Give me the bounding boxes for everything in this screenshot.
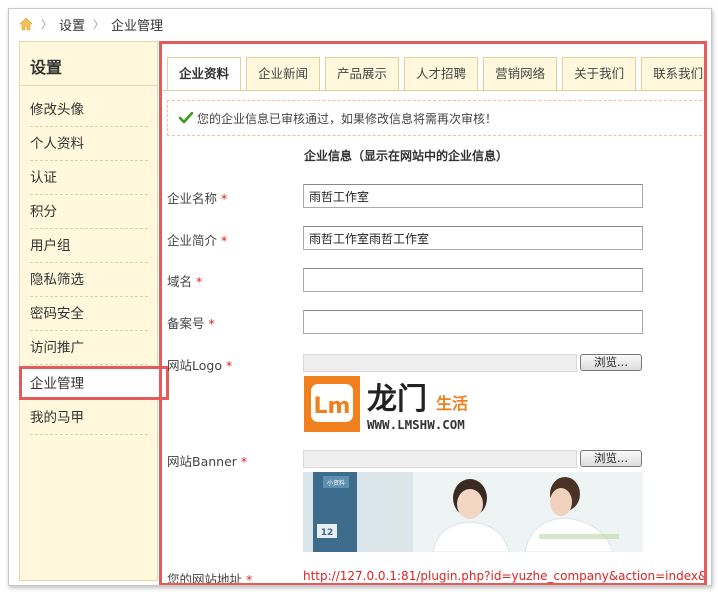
required-mark: * [225,358,233,373]
chevron-right-icon: 〉 [93,18,105,31]
sidebar-item-vest[interactable]: 我的马甲 [30,401,148,435]
sidebar-item-privacy[interactable]: 隐私筛选 [30,263,148,297]
icp-input[interactable] [303,310,643,334]
tab-company-info[interactable]: 企业资料 [167,57,242,91]
company-panel: 企业资料 企业新闻 产品展示 人才招聘 营销网络 关于我们 联系我们 您的企业信… [159,41,707,586]
banner-browse-button[interactable]: 浏览... [580,450,642,467]
logo-image: Lm 龙门 生活 WWW.LMSHW.COM [304,376,468,432]
logo-suffix: 生活 [436,394,468,413]
required-mark: * [246,572,253,586]
banner-sign-text: 小资料 [327,479,345,487]
required-mark: * [221,191,228,206]
company-name-input[interactable] [303,184,643,208]
site-url-link[interactable]: http://127.0.0.1:81/plugin.php?id=yuzhe_… [303,569,704,583]
logo-label: 网站Logo * [167,358,233,373]
tab-bar: 企业资料 企业新闻 产品展示 人才招聘 营销网络 关于我们 联系我们 [167,57,704,91]
required-mark: * [208,316,215,331]
sidebar-item-verify[interactable]: 认证 [30,161,148,195]
approval-notice: 您的企业信息已审核通过，如果修改信息将需再次审核！ [167,100,704,136]
doctor-face [550,488,572,516]
app-window: 〉 设置 〉 企业管理 设置 修改头像 个人资料 认证 积分 用户组 隐私筛选 … [8,8,712,586]
breadcrumb: 〉 设置 〉 企业管理 [9,9,711,39]
icp-label: 备案号 * [167,316,215,331]
tab-products[interactable]: 产品展示 [325,57,400,90]
tab-company-news[interactable]: 企业新闻 [246,57,321,90]
breadcrumb-item-settings[interactable]: 设置 [59,15,85,34]
logo-mark-text: Lm [314,394,351,419]
logo-browse-button[interactable]: 浏览... [580,354,642,371]
required-mark: * [221,233,228,248]
banner-file-input[interactable] [303,450,577,468]
domain-input[interactable] [303,268,643,292]
tab-marketing[interactable]: 营销网络 [483,57,558,90]
required-mark: * [240,454,248,469]
sidebar: 设置 修改头像 个人资料 认证 积分 用户组 隐私筛选 密码安全 访问推广 企业… [19,41,169,581]
sidebar-item-company[interactable]: 企业管理 [19,366,169,400]
logo-url: WWW.LMSHW.COM [367,417,465,432]
sidebar-item-avatar[interactable]: 修改头像 [30,93,148,127]
domain-label: 域名 * [167,274,203,289]
sidebar-item-password[interactable]: 密码安全 [30,297,148,331]
chevron-right-icon: 〉 [41,18,52,31]
company-intro-label: 企业简介 * [167,233,228,248]
sidebar-item-profile[interactable]: 个人资料 [30,127,148,161]
banner-label: 网站Banner * [167,454,248,469]
home-icon[interactable] [19,17,33,31]
nurse-face [457,489,483,519]
tab-about[interactable]: 关于我们 [562,57,637,90]
sidebar-item-credits[interactable]: 积分 [30,195,148,229]
sidebar-title: 设置 [20,42,157,86]
company-intro-input[interactable] [303,226,643,250]
site-url-label: 您的网站地址 * [167,572,253,586]
banner-preview: 小资料 12 [303,472,643,552]
section-title: 企业信息（显示在网站中的企业信息） [304,149,509,163]
sidebar-item-promotion[interactable]: 访问推广 [30,331,148,365]
banner-caption [539,534,619,539]
tab-divider [162,90,704,91]
tab-contact[interactable]: 联系我们 [641,57,704,90]
required-mark: * [196,274,203,289]
sidebar-item-usergroup[interactable]: 用户组 [30,229,148,263]
check-icon [179,112,193,124]
breadcrumb-item-company[interactable]: 企业管理 [111,15,163,34]
tab-recruitment[interactable]: 人才招聘 [404,57,479,90]
notice-text: 您的企业信息已审核通过，如果修改信息将需再次审核！ [197,111,498,126]
company-name-label: 企业名称 * [167,191,228,206]
banner-number: 12 [321,528,334,538]
logo-name: 龙门 [367,382,427,417]
logo-file-input[interactable] [303,354,577,372]
logo-preview: Lm 龙门 生活 WWW.LMSHW.COM [304,376,492,434]
banner-image: 小资料 12 [303,472,643,552]
